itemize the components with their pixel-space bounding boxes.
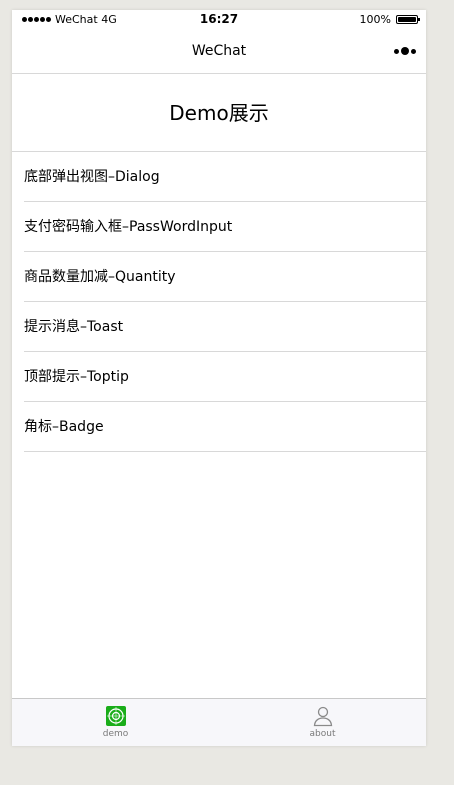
battery-level [398,17,416,22]
more-options-icon[interactable] [392,47,416,55]
demo-list: 底部弹出视图–Dialog 支付密码输入框–PassWordInput 商品数量… [12,152,426,452]
list-item-toast[interactable]: 提示消息–Toast [12,302,426,352]
tab-about[interactable]: about [219,699,426,746]
list-item-password-input[interactable]: 支付密码输入框–PassWordInput [12,202,426,252]
nav-title: WeChat [191,43,247,59]
tab-bar: demo about [12,698,426,746]
page-content: Demo展示 底部弹出视图–Dialog 支付密码输入框–PassWordInp… [12,75,426,452]
tab-demo-label: demo [102,729,129,739]
status-right: 100% [359,13,420,26]
demo-icon [105,706,126,726]
list-item-dialog[interactable]: 底部弹出视图–Dialog [12,152,426,202]
list-item-badge[interactable]: 角标–Badge [12,402,426,452]
navigation-bar: WeChat [12,30,426,74]
list-item-quantity[interactable]: 商品数量加减–Quantity [12,252,426,302]
person-icon [313,706,332,727]
battery-percent: 100% [359,13,391,26]
status-bar: WeChat 4G 16:27 100% [12,10,426,30]
phone-screen: WeChat 4G 16:27 100% WeChat Demo展示 底部弹出视… [12,10,426,746]
tab-demo[interactable]: demo [12,699,219,746]
tab-about-label: about [309,729,336,739]
battery-icon [396,15,420,24]
list-item-toptip[interactable]: 顶部提示–Toptip [12,352,426,402]
page-title: Demo展示 [12,75,426,152]
